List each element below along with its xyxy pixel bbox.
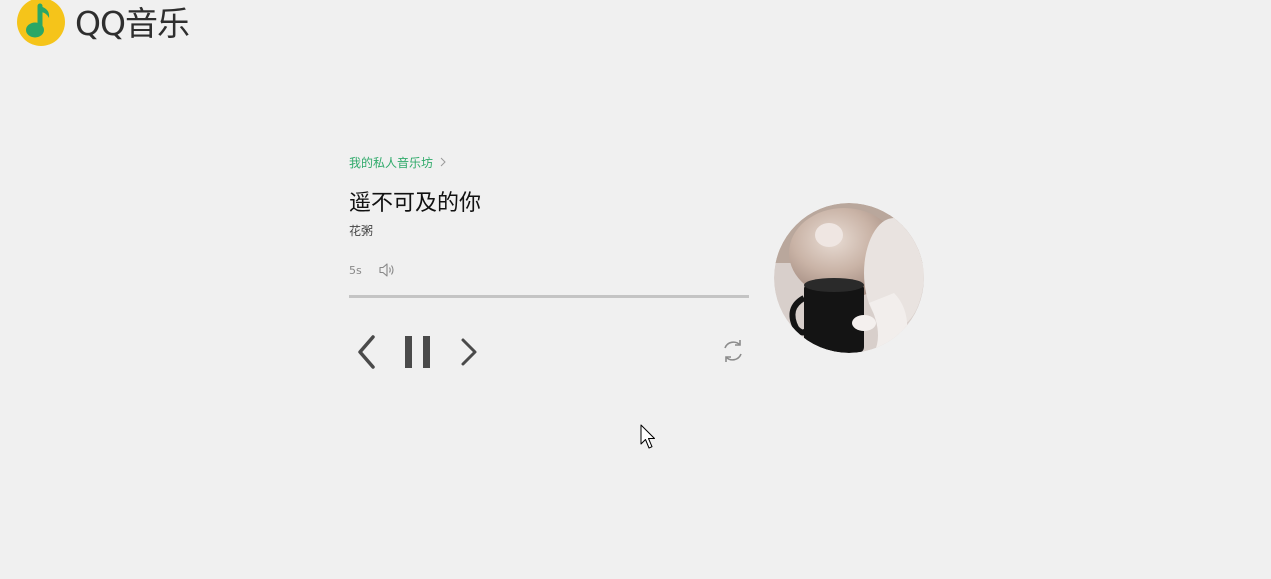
qq-music-logo[interactable]: QQ音乐: [16, 0, 190, 48]
personal-radio-label: 我的私人音乐坊: [349, 155, 434, 170]
progress-bar[interactable]: [349, 295, 749, 298]
playback-controls: [349, 334, 749, 370]
album-cover-image: [774, 203, 924, 353]
artist-name[interactable]: 花粥: [349, 221, 749, 241]
chevron-right-small-icon: [440, 157, 446, 167]
meta-row: 5s: [349, 259, 749, 281]
logo-text: QQ音乐: [75, 4, 190, 43]
loop-refresh-button[interactable]: [719, 336, 747, 366]
music-player-app: QQ音乐 我的私人音乐坊 遥不可及的你 花粥 5s: [0, 0, 1271, 579]
personal-radio-link[interactable]: 我的私人音乐坊: [349, 150, 447, 174]
player-panel: 我的私人音乐坊 遥不可及的你 花粥 5s: [349, 150, 749, 370]
next-track-button[interactable]: [459, 334, 479, 370]
elapsed-time: 5s: [349, 263, 362, 277]
song-title: 遥不可及的你: [349, 191, 482, 216]
previous-track-button[interactable]: [355, 334, 377, 370]
speaker-icon[interactable]: [378, 261, 396, 279]
qq-music-logo-icon: [17, 0, 65, 46]
pause-button[interactable]: [404, 334, 432, 370]
mouse-cursor-icon: [640, 424, 655, 449]
